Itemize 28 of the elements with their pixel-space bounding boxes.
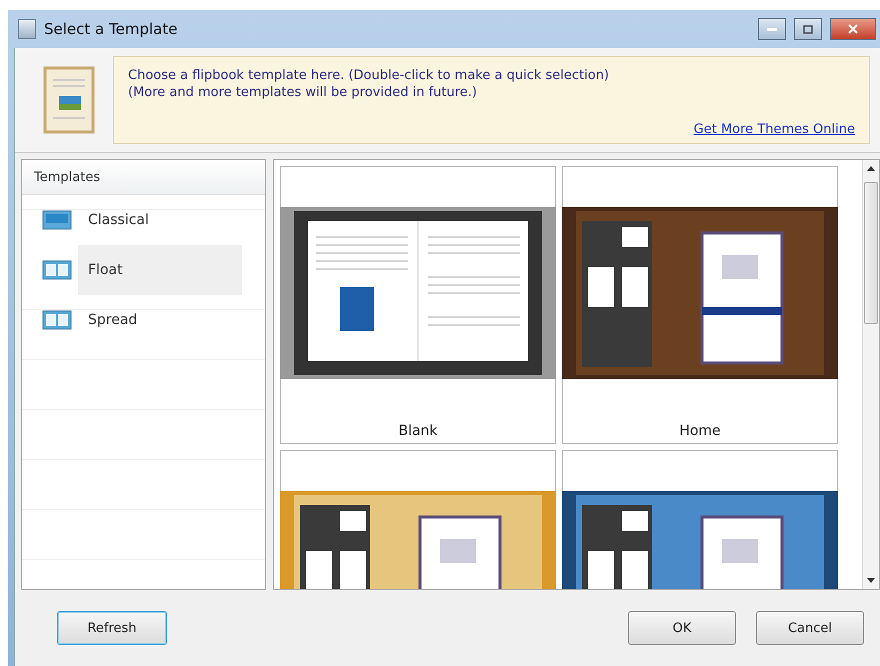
window-title: Select a Template [44,20,178,38]
ok-button[interactable]: OK [628,611,736,645]
layout-icon [42,210,72,230]
cancel-button[interactable]: Cancel [756,611,864,645]
template-category-item[interactable]: Classical [22,195,265,245]
template-card[interactable]: Blank [280,166,556,444]
template-category-item[interactable]: Spread [22,295,265,345]
minimize-icon [767,28,777,30]
close-icon [848,24,858,34]
app-icon [18,19,36,39]
scroll-down-icon[interactable] [866,577,876,585]
minimize-button[interactable] [758,18,786,40]
template-category-item[interactable]: Float [22,245,265,295]
layout-icon [42,260,72,280]
template-card[interactable]: Home [562,166,838,444]
scroll-up-icon[interactable] [866,164,876,172]
template-name: Blank [398,423,438,439]
get-more-themes-link[interactable]: Get More Themes Online [694,122,855,137]
banner-text: Choose a flipbook template here. (Double-click to make a quick selection) [128,67,610,84]
book-icon [43,66,95,134]
maximize-button[interactable] [794,18,822,40]
template-name: Home [679,423,721,439]
layout-icon [42,310,72,330]
banner-text: (More and more templates will be provided in future.) [128,84,478,101]
maximize-icon [803,24,813,34]
refresh-button[interactable]: Refresh [57,611,167,645]
close-button[interactable] [830,18,876,40]
scrollbar[interactable] [862,160,879,589]
